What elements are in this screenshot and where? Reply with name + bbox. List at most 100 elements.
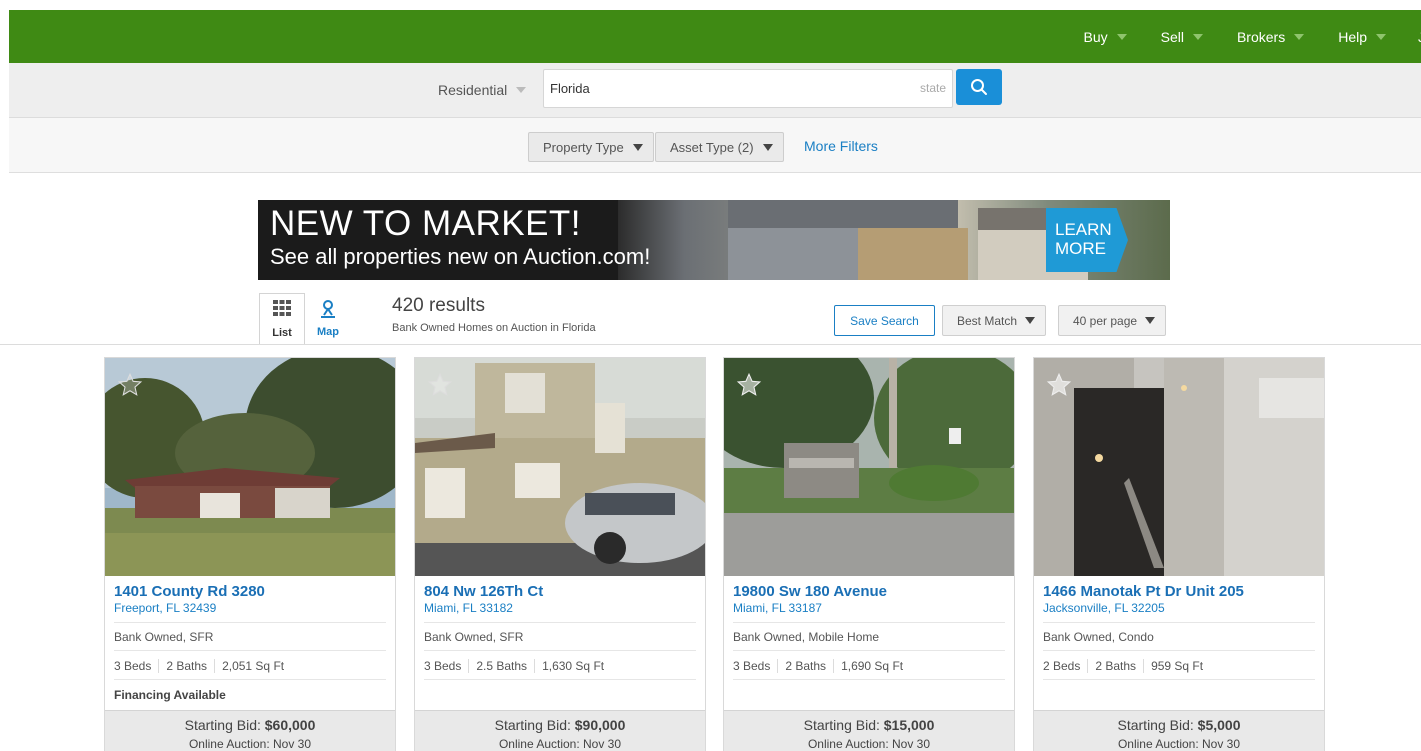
listing-stats: 2 Beds 2 Baths 959 Sq Ft	[1043, 659, 1210, 673]
search-icon	[971, 79, 987, 95]
per-page-select[interactable]: 40 per page	[1058, 305, 1167, 336]
listing-card[interactable]: 19800 Sw 180 Avenue Miami, FL 33187 Bank…	[723, 357, 1015, 751]
property-type-filter[interactable]: Property Type	[528, 132, 654, 162]
bid-label: Starting Bid:	[184, 717, 261, 733]
sort-label: Best Match	[957, 313, 1018, 328]
listing-stats: 3 Beds 2 Baths 1,690 Sq Ft	[733, 659, 910, 673]
divider	[424, 622, 696, 623]
listing-baths: 2 Baths	[158, 659, 214, 673]
chevron-down-icon	[1116, 33, 1127, 40]
bid-amount: $60,000	[264, 717, 316, 733]
per-page-label: 40 per page	[1073, 313, 1138, 328]
sort-select[interactable]: Best Match	[942, 305, 1047, 336]
nav-help-label: Help	[1338, 28, 1367, 45]
auction-date: Online Auction: Nov 30	[498, 737, 622, 751]
auction-date: Online Auction: Nov 30	[807, 737, 931, 751]
divider	[114, 679, 386, 680]
listing-baths: 2 Baths	[1087, 659, 1143, 673]
favorite-star-icon[interactable]	[1046, 372, 1072, 398]
caret-down-icon	[762, 143, 773, 151]
nav-brokers[interactable]: Brokers	[1236, 28, 1305, 45]
category-label: Residential	[438, 82, 508, 98]
tab-map-view[interactable]: Map	[305, 293, 351, 345]
listing-card[interactable]: 1401 County Rd 3280 Freeport, FL 32439 B…	[104, 357, 396, 751]
listing-stats: 3 Beds 2.5 Baths 1,630 Sq Ft	[424, 659, 611, 673]
listing-sqft: 1,690 Sq Ft	[833, 659, 910, 673]
banner-headline: NEW TO MARKET!	[270, 204, 582, 243]
divider	[424, 650, 696, 651]
favorite-star-icon[interactable]	[117, 372, 143, 398]
listing-address[interactable]: 804 Nw 126Th Ct	[424, 583, 543, 600]
divider	[733, 650, 1005, 651]
learn-more-button[interactable]: LEARN MORE	[1046, 208, 1128, 272]
results-description: Bank Owned Homes on Auction in Florida	[392, 322, 596, 334]
learn-more-line1: LEARN	[1055, 220, 1112, 239]
filter-bar: Property Type Asset Type (2) More Filter…	[9, 118, 1421, 173]
favorite-star-icon[interactable]	[427, 372, 453, 398]
listing-card[interactable]: 804 Nw 126Th Ct Miami, FL 33182 Bank Own…	[414, 357, 706, 751]
listing-address[interactable]: 1466 Manotak Pt Dr Unit 205	[1043, 583, 1244, 600]
entrance-photo	[724, 358, 1014, 576]
chevron-down-icon	[1192, 33, 1203, 40]
starting-bid: Starting Bid: $15,000	[724, 717, 1014, 733]
asset-type-filter[interactable]: Asset Type (2)	[655, 132, 784, 162]
listing-photo[interactable]	[1034, 358, 1324, 576]
listing-card[interactable]: 1466 Manotak Pt Dr Unit 205 Jacksonville…	[1033, 357, 1325, 751]
listing-sqft: 2,051 Sq Ft	[214, 659, 291, 673]
results-count: 420 results	[392, 295, 485, 316]
starting-bid: Starting Bid: $5,000	[1034, 717, 1324, 733]
auction-date: Online Auction: Nov 30	[1117, 737, 1241, 751]
nav-sell[interactable]: Sell	[1161, 29, 1203, 45]
listing-beds: 2 Beds	[1043, 659, 1081, 673]
house-photo	[105, 358, 395, 576]
listing-address[interactable]: 19800 Sw 180 Avenue	[733, 583, 887, 600]
starting-bid: Starting Bid: $90,000	[415, 717, 705, 733]
listing-beds: 3 Beds	[424, 659, 462, 673]
divider	[1043, 679, 1315, 680]
more-filters-link[interactable]: More Filters	[804, 138, 878, 154]
divider	[0, 344, 1421, 345]
search-button[interactable]	[956, 69, 1002, 105]
favorite-star-icon[interactable]	[736, 372, 762, 398]
bid-label: Starting Bid:	[1117, 717, 1194, 733]
listing-beds: 3 Beds	[114, 659, 152, 673]
divider	[733, 622, 1005, 623]
nav-buy-label: Buy	[1083, 28, 1108, 45]
save-search-button[interactable]: Save Search	[834, 305, 935, 336]
tab-list-view[interactable]: List	[259, 293, 305, 345]
listing-photo[interactable]	[415, 358, 705, 576]
asset-type-label: Asset Type (2)	[670, 139, 754, 155]
listing-beds: 3 Beds	[733, 659, 771, 673]
divider	[114, 650, 386, 651]
financing-badge: Financing Available	[114, 688, 226, 702]
top-nav-bar: Buy Sell Brokers Help J	[9, 10, 1421, 63]
nav-sell-label: Sell	[1160, 28, 1184, 45]
caret-down-icon	[632, 143, 643, 151]
category-select[interactable]: Residential	[438, 82, 527, 98]
listing-photo[interactable]	[105, 358, 395, 576]
listing-city: Jacksonville, FL 32205	[1043, 601, 1165, 615]
listing-address[interactable]: 1401 County Rd 3280	[114, 583, 265, 600]
map-pin-icon	[321, 300, 335, 318]
listing-city: Miami, FL 33182	[424, 601, 513, 615]
listing-stats: 3 Beds 2 Baths 2,051 Sq Ft	[114, 659, 291, 673]
listing-sqft: 1,630 Sq Ft	[534, 659, 611, 673]
chevron-down-icon	[516, 87, 527, 93]
bid-info: Starting Bid: $60,000 Online Auction: No…	[105, 710, 395, 751]
bid-info: Starting Bid: $90,000 Online Auction: No…	[415, 710, 705, 751]
tab-map-label: Map	[317, 326, 339, 338]
nav-help[interactable]: Help	[1338, 29, 1386, 45]
listing-property-type: Bank Owned, Mobile Home	[733, 630, 880, 644]
promo-banner[interactable]: NEW TO MARKET! See all properties new on…	[258, 200, 1170, 280]
view-toggle: List Map	[259, 293, 351, 345]
house-photo	[415, 358, 705, 576]
bid-info: Starting Bid: $5,000 Online Auction: Nov…	[1034, 710, 1324, 751]
listing-photo[interactable]	[724, 358, 1014, 576]
search-bar: Residential state	[9, 63, 1421, 118]
nav-buy[interactable]: Buy	[1083, 28, 1127, 45]
nav-brokers-label: Brokers	[1236, 28, 1286, 45]
location-search-input[interactable]	[544, 70, 884, 107]
bid-amount: $90,000	[574, 717, 626, 733]
learn-more-line2: MORE	[1055, 239, 1106, 258]
divider	[733, 679, 1005, 680]
